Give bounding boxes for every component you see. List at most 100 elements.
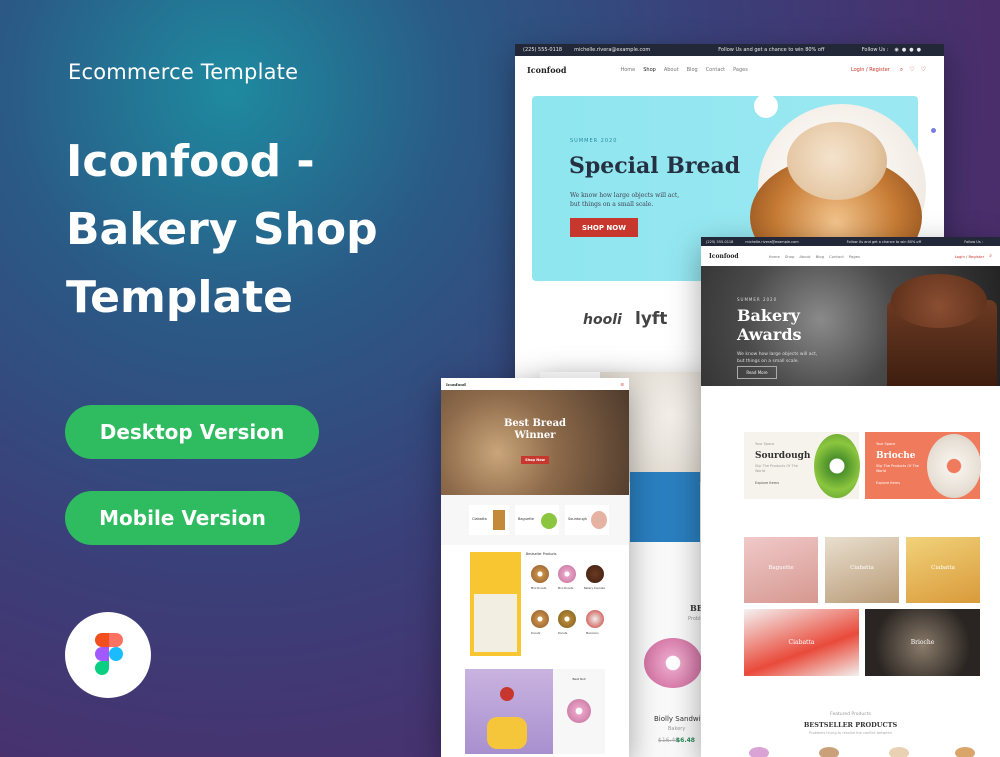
- featured-label: Featured Products: [830, 712, 871, 717]
- blue-box-image: [630, 472, 700, 542]
- category-label: Baguette: [768, 565, 794, 571]
- shop-now-button[interactable]: SHOP NOW: [570, 218, 638, 237]
- mobile-donut-name: Macaroon: [586, 632, 599, 635]
- nav-pages-2[interactable]: Pages: [849, 254, 860, 259]
- mobile-menu-icon[interactable]: ☰: [620, 382, 624, 387]
- hero-title-2-line-2: Awards: [737, 325, 802, 344]
- product-thumb[interactable]: [819, 747, 839, 757]
- mobile-product-image: [541, 513, 557, 529]
- top-bar-2: (225) 555-0118 michelle.rivera@example.c…: [701, 237, 1000, 246]
- mobile-product-card[interactable]: Sourdough: [565, 505, 609, 535]
- product-thumb[interactable]: [955, 747, 975, 757]
- offer-text: Follow Us and get a chance to win 80% of…: [718, 47, 825, 53]
- email-text-2: michelle.rivera@example.com: [745, 239, 799, 244]
- read-more-button[interactable]: Read More: [737, 366, 777, 379]
- mobile-product-card[interactable]: Ciabatta: [469, 505, 509, 535]
- logo[interactable]: Iconfood: [527, 65, 566, 75]
- nav-shop-2[interactable]: Shop: [785, 254, 795, 259]
- mobile-product-label: Ciabatta: [472, 517, 487, 521]
- login-link-2[interactable]: Login / Register: [955, 254, 985, 259]
- mobile-cupcake-image[interactable]: [586, 565, 604, 583]
- bestseller-title: BESTSELLER PRODUCTS: [803, 721, 898, 729]
- category-label: Ciabatta: [931, 565, 955, 571]
- card1-link[interactable]: Explore Items: [755, 481, 779, 485]
- cupcake-frosting-image: [891, 274, 987, 328]
- follow-us-text-2: Follow Us :: [964, 239, 983, 244]
- hero-text-2: We know how large objects will act, but …: [737, 351, 817, 365]
- hero-text: We know how large objects will act, but …: [570, 191, 679, 209]
- card2-title: Brioche: [876, 451, 916, 461]
- category-tile[interactable]: Ciabatta: [825, 537, 899, 603]
- scooter-shape: [487, 717, 527, 749]
- mobile-logo[interactable]: Iconfood: [446, 382, 466, 387]
- brioche-card[interactable]: Your Space Brioche Slip The Products Of …: [865, 432, 981, 499]
- mobile-donut-name: Mini Donuts: [531, 587, 547, 590]
- nav-contact[interactable]: Contact: [706, 67, 725, 73]
- main-nav-2: Home Shop About Blog Contact Pages: [769, 254, 860, 259]
- mobile-donut-image[interactable]: [531, 610, 549, 628]
- title-line-2: Bakery Shop: [66, 204, 378, 255]
- brand-hooli-logo: hooli: [583, 312, 622, 328]
- product-thumb[interactable]: [889, 747, 909, 757]
- category-tile[interactable]: Ciabatta: [744, 609, 859, 676]
- category-tile[interactable]: Brioche: [865, 609, 980, 676]
- nav-home[interactable]: Home: [620, 67, 635, 73]
- hero-tag-2: SUMMER 2020: [737, 297, 778, 302]
- mobile-macaroon-image[interactable]: [586, 610, 604, 628]
- nav-about-2[interactable]: About: [799, 254, 810, 259]
- desktop-version-button[interactable]: Desktop Version: [65, 405, 319, 459]
- top-bar: (225) 555-0118 michelle.rivera@example.c…: [515, 44, 944, 56]
- title-line-3: Template: [66, 272, 294, 323]
- mobile-book-image: [474, 594, 517, 652]
- product-category: Bakery: [668, 726, 686, 732]
- product-thumb[interactable]: [749, 747, 769, 757]
- mobile-donut-name: Bakery Cupcake: [584, 587, 605, 590]
- carousel-dot[interactable]: [931, 128, 936, 133]
- offer-text-2: Follow Us and get a chance to win 80% of…: [846, 239, 921, 244]
- category-tile[interactable]: Ciabatta: [906, 537, 980, 603]
- mobile-products-strip: Ciabatta Baguette Sourdough: [441, 495, 629, 545]
- search-icon[interactable]: ⌕: [989, 253, 992, 259]
- card2-tag: Your Space: [876, 442, 896, 446]
- mobile-product-card[interactable]: Baguette: [515, 505, 559, 535]
- login-link[interactable]: Login / Register: [851, 67, 890, 73]
- mobile-shop-now-button[interactable]: Shop Now: [521, 456, 549, 464]
- mobile-profile-card[interactable]: Best Roll: [553, 669, 605, 754]
- header-icons[interactable]: ⌕♡♡: [900, 66, 932, 74]
- hero-text-2: but things on a small scale.: [570, 201, 654, 208]
- social-icons[interactable]: ◉●●●: [895, 47, 924, 53]
- hero-title: Special Bread: [569, 153, 741, 179]
- mobile-donut-image[interactable]: [558, 565, 576, 583]
- subtitle: Ecommerce Template: [68, 60, 299, 84]
- main-nav: Home Shop About Blog Contact Pages: [620, 67, 747, 73]
- page-title: Iconfood - Bakery Shop Template: [66, 128, 446, 332]
- mobile-donut-name: Mini Donuts: [558, 587, 574, 590]
- mobile-donut-image[interactable]: [558, 610, 576, 628]
- mobile-donut-image[interactable]: [531, 565, 549, 583]
- hero-text-2-1: We know how large objects will act,: [737, 352, 818, 357]
- phone-text-2: (225) 555-0118: [706, 239, 734, 244]
- nav-contact-2[interactable]: Contact: [829, 254, 844, 259]
- mobile-delivery-image: [465, 669, 553, 754]
- nav-about[interactable]: About: [664, 67, 679, 73]
- header-2: Iconfood Home Shop About Blog Contact Pa…: [701, 246, 1000, 266]
- card2-text: Slip The Products Of The World: [876, 464, 919, 473]
- mobile-bestseller-label: Bestseller Products: [526, 552, 557, 556]
- nav-blog-2[interactable]: Blog: [816, 254, 824, 259]
- nav-home-2[interactable]: Home: [769, 254, 780, 259]
- sourdough-card[interactable]: Your Space Sourdough Slip The Products O…: [744, 432, 860, 499]
- nav-pages[interactable]: Pages: [733, 67, 748, 73]
- category-tile[interactable]: Baguette: [744, 537, 818, 603]
- mobile-hero-banner: Best Bread Winner Shop Now: [441, 390, 629, 495]
- mobile-version-button[interactable]: Mobile Version: [65, 491, 300, 545]
- nav-shop[interactable]: Shop: [643, 67, 656, 73]
- card2-link[interactable]: Explore Items: [876, 481, 900, 485]
- donut-product-image[interactable]: [644, 638, 702, 688]
- logo-2[interactable]: Iconfood: [709, 253, 739, 260]
- email-text: michelle.rivera@example.com: [574, 47, 651, 53]
- nav-blog[interactable]: Blog: [687, 67, 698, 73]
- hero-text-2-2: but things on a small scale.: [737, 359, 799, 364]
- mobile-yellow-banner: [470, 552, 521, 656]
- figma-logo-icon: [65, 612, 151, 698]
- helmet-shape: [500, 687, 514, 701]
